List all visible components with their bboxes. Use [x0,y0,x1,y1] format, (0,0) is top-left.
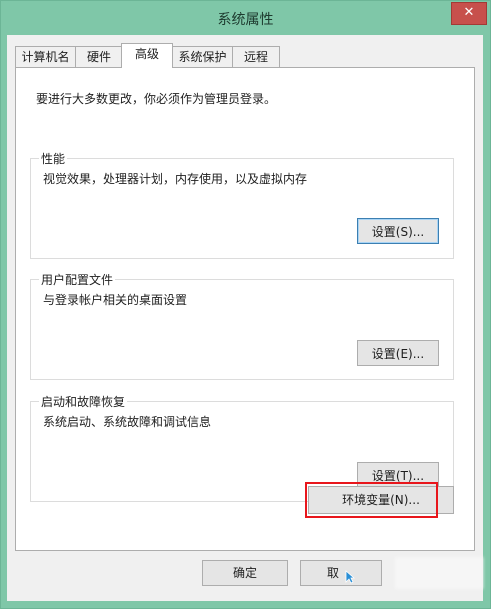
user-profiles-group: 用户配置文件 与登录帐户相关的桌面设置 设置(E)... [30,271,454,380]
window-title: 系统属性 [217,12,274,28]
tab-hardware[interactable]: 硬件 [75,46,123,67]
close-icon: ✕ [463,5,475,20]
advanced-tab-panel: 要进行大多数更改，你必须作为管理员登录。 性能 视觉效果，处理器计划，内存使用，… [15,67,475,551]
user-profiles-settings-button[interactable]: 设置(E)... [357,340,439,366]
performance-title: 性能 [39,150,68,167]
cancel-button[interactable]: 取 [300,560,382,586]
system-properties-window: 系统属性 ✕ 计算机名 硬件 高级 系统保护 远程 要进行大多数更改，你必须作为… [0,0,491,609]
title-bar[interactable]: 系统属性 ✕ [1,1,490,35]
red-highlight-box [305,482,438,518]
group-border [30,158,454,159]
tab-label: 远程 [243,50,268,64]
cancel-label: 取 [327,566,340,580]
performance-settings-button[interactable]: 设置(S)... [357,218,439,244]
close-button[interactable]: ✕ [451,2,487,25]
tab-advanced[interactable]: 高级 [121,43,173,68]
tab-system-protection[interactable]: 系统保护 [172,46,233,67]
user-profiles-title: 用户配置文件 [39,271,116,288]
ok-button[interactable]: 确定 [202,560,288,586]
performance-description: 视觉效果，处理器计划，内存使用，以及虚拟内存 [43,172,308,186]
tab-label: 计算机名 [21,50,70,64]
mouse-cursor-icon [345,570,355,584]
performance-group: 性能 视觉效果，处理器计划，内存使用，以及虚拟内存 设置(S)... [30,150,454,259]
tab-label: 硬件 [86,50,111,64]
tab-label: 高级 [134,47,159,61]
startup-recovery-description: 系统启动、系统故障和调试信息 [43,415,212,429]
startup-recovery-title: 启动和故障恢复 [39,393,128,410]
dialog-client-area: 计算机名 硬件 高级 系统保护 远程 要进行大多数更改，你必须作为管理员登录。 … [7,35,483,601]
tab-computer-name[interactable]: 计算机名 [15,46,76,67]
admin-note: 要进行大多数更改，你必须作为管理员登录。 [36,92,277,106]
tab-remote[interactable]: 远程 [232,46,280,67]
user-profiles-description: 与登录帐户相关的桌面设置 [43,293,188,307]
obscured-apply-button [395,557,483,589]
tab-label: 系统保护 [178,50,227,64]
